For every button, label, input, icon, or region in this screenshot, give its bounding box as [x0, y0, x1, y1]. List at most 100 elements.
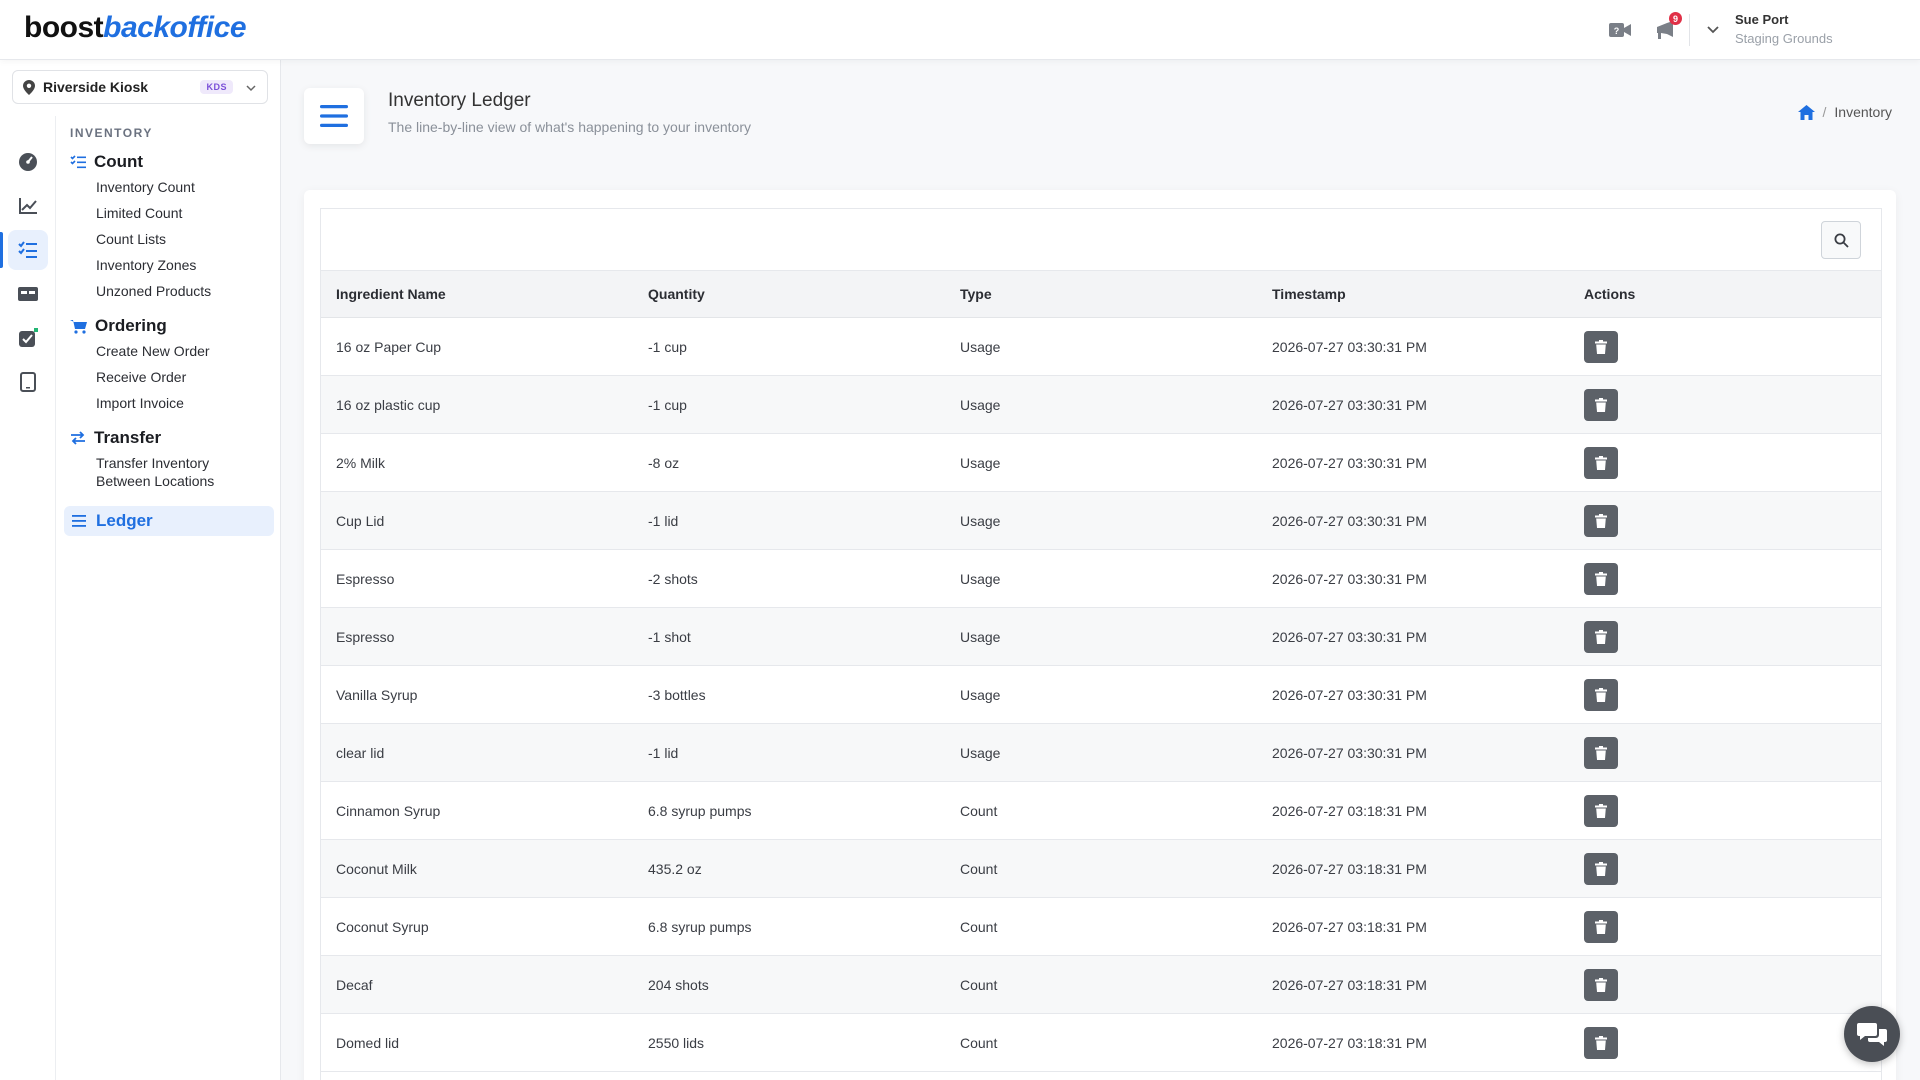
cell-ingredient-name: Cinnamon Syrup: [336, 802, 441, 819]
nav-item-ledger[interactable]: Ledger: [64, 506, 274, 536]
nav-item-inventory-count[interactable]: Inventory Count: [96, 174, 274, 200]
nav-item-receive-order[interactable]: Receive Order: [96, 364, 274, 390]
nav-item-limited-count[interactable]: Limited Count: [96, 200, 274, 226]
delete-button[interactable]: [1584, 330, 1618, 363]
trash-icon: [1595, 919, 1607, 934]
column-header-ingredient[interactable]: Ingredient Name: [321, 286, 633, 302]
search-button[interactable]: [1821, 221, 1861, 259]
cell-type: Usage: [960, 570, 1001, 587]
nav-group-head-count[interactable]: Count: [70, 150, 274, 174]
cell-type: Usage: [960, 686, 1001, 703]
cell-type: Usage: [960, 338, 1001, 355]
cell-type: Count: [960, 802, 998, 819]
delete-button[interactable]: [1584, 968, 1618, 1001]
cell-timestamp: 2026-07-27 03:18:31 PM: [1272, 918, 1427, 935]
cell-type: Count: [960, 918, 998, 935]
delete-button[interactable]: [1584, 620, 1618, 653]
cell-type: Count: [960, 1034, 998, 1051]
page-title: Inventory Ledger: [388, 90, 531, 111]
user-org: Staging Grounds: [1735, 31, 1833, 46]
delete-button[interactable]: [1584, 562, 1618, 595]
menu-toggle-button[interactable]: [304, 88, 364, 144]
cell-ingredient-name: Cup Lid: [336, 512, 385, 529]
delete-button[interactable]: [1584, 852, 1618, 885]
delete-button[interactable]: [1584, 1026, 1618, 1059]
trash-icon: [1595, 745, 1607, 760]
cell-timestamp: 2026-07-27 03:30:31 PM: [1272, 570, 1427, 587]
cell-type: Usage: [960, 628, 1001, 645]
cell-actions: [1569, 446, 1881, 479]
cell-ingredient-name: 16 oz Paper Cup: [336, 338, 442, 355]
video-help-icon[interactable]: ?: [1606, 16, 1634, 44]
breadcrumb: / Inventory: [1797, 104, 1892, 120]
logo-text-boost: boost: [24, 11, 104, 44]
nav-group-head-transfer[interactable]: Transfer: [70, 426, 274, 450]
cell-quantity: -2 shots: [648, 570, 698, 587]
table-row: 16 oz Paper Cup -1 cup Usage 2026-07-27 03:…: [321, 318, 1881, 376]
cell-ingredient-name: Espresso: [336, 570, 395, 587]
delete-button[interactable]: [1584, 388, 1618, 421]
cell-actions: [1569, 330, 1881, 363]
nav-item-transfer-inventory[interactable]: Transfer Inventory Between Locations: [96, 450, 274, 494]
chat-icon: [1857, 1023, 1887, 1046]
nav-item-count-lists[interactable]: Count Lists: [96, 226, 274, 252]
table-row: Coconut Syrup 6.8 syrup pumps Count 2026-07…: [321, 898, 1881, 956]
cell-quantity: 435.2 oz: [648, 860, 702, 877]
location-select[interactable]: Riverside Kiosk KDS: [12, 70, 268, 104]
trash-icon: [1595, 629, 1607, 644]
cell-ingredient-name: Vanilla Syrup: [336, 686, 418, 703]
cell-ingredient-name: Coconut Milk: [336, 860, 417, 877]
dashboard-icon[interactable]: [8, 142, 48, 182]
nav-item-transfer-line1: Transfer Inventory: [96, 455, 210, 471]
cell-timestamp: 2026-07-27 03:30:31 PM: [1272, 686, 1427, 703]
inventory-list-icon[interactable]: [8, 230, 48, 270]
trash-icon: [1595, 513, 1607, 528]
cell-timestamp: 2026-07-27 03:30:31 PM: [1272, 512, 1427, 529]
delete-button[interactable]: [1584, 910, 1618, 943]
cell-quantity: -1 cup: [648, 338, 687, 355]
cell-actions: [1569, 852, 1881, 885]
delete-button[interactable]: [1584, 446, 1618, 479]
table-header: Ingredient Name Quantity Type Timestamp …: [321, 271, 1881, 318]
column-header-actions: Actions: [1584, 286, 1636, 302]
delete-button[interactable]: [1584, 794, 1618, 827]
nav-item-create-new-order[interactable]: Create New Order: [96, 338, 274, 364]
nav-section-label: INVENTORY: [70, 126, 153, 140]
nav-group-ordering: Ordering Create New Order Receive Order …: [64, 314, 274, 416]
notification-badge: 9: [1669, 12, 1682, 25]
cell-ingredient-name: 2% Milk: [336, 454, 386, 471]
cell-timestamp: 2026-07-27 03:30:31 PM: [1272, 454, 1427, 471]
nav-title-transfer: Transfer: [94, 428, 162, 447]
delete-button[interactable]: [1584, 736, 1618, 769]
nav-item-import-invoice[interactable]: Import Invoice: [96, 390, 274, 416]
cell-quantity: -1 lid: [648, 744, 679, 761]
trash-icon: [1595, 571, 1607, 586]
user-name: Sue Port: [1735, 12, 1789, 27]
ledger-table: Ingredient Name Quantity Type Timestamp …: [320, 208, 1882, 1080]
column-header-timestamp[interactable]: Timestamp: [1257, 286, 1569, 302]
column-header-type[interactable]: Type: [945, 286, 1257, 302]
home-icon[interactable]: [1797, 104, 1815, 120]
cell-timestamp: 2026-07-27 03:18:31 PM: [1272, 1034, 1427, 1051]
cell-timestamp: 2026-07-27 03:30:31 PM: [1272, 628, 1427, 645]
app-logo[interactable]: boostbackoffice: [24, 11, 247, 45]
nav-item-unzoned-products[interactable]: Unzoned Products: [96, 278, 274, 304]
card-icon[interactable]: [8, 274, 48, 314]
nav-title-ordering: Ordering: [95, 316, 167, 335]
reports-chart-icon[interactable]: [8, 186, 48, 226]
tablet-icon[interactable]: [8, 362, 48, 402]
column-header-quantity[interactable]: Quantity: [633, 286, 945, 302]
chevron-down-icon[interactable]: [1706, 22, 1720, 41]
delete-button[interactable]: [1584, 504, 1618, 537]
chat-button[interactable]: [1844, 1006, 1900, 1062]
tasks-check-icon[interactable]: [8, 318, 48, 358]
trash-icon: [1595, 397, 1607, 412]
nav-item-inventory-zones[interactable]: Inventory Zones: [96, 252, 274, 278]
cell-ingredient-name: clear lid: [336, 744, 385, 761]
announcements-button[interactable]: 9: [1652, 12, 1682, 44]
nav-group-head-ordering[interactable]: Ordering: [70, 314, 274, 338]
delete-button[interactable]: [1584, 678, 1618, 711]
user-menu[interactable]: Sue Port Staging Grounds: [1735, 12, 1833, 46]
nav-title-ledger: Ledger: [96, 511, 153, 530]
cell-actions: [1569, 620, 1881, 653]
